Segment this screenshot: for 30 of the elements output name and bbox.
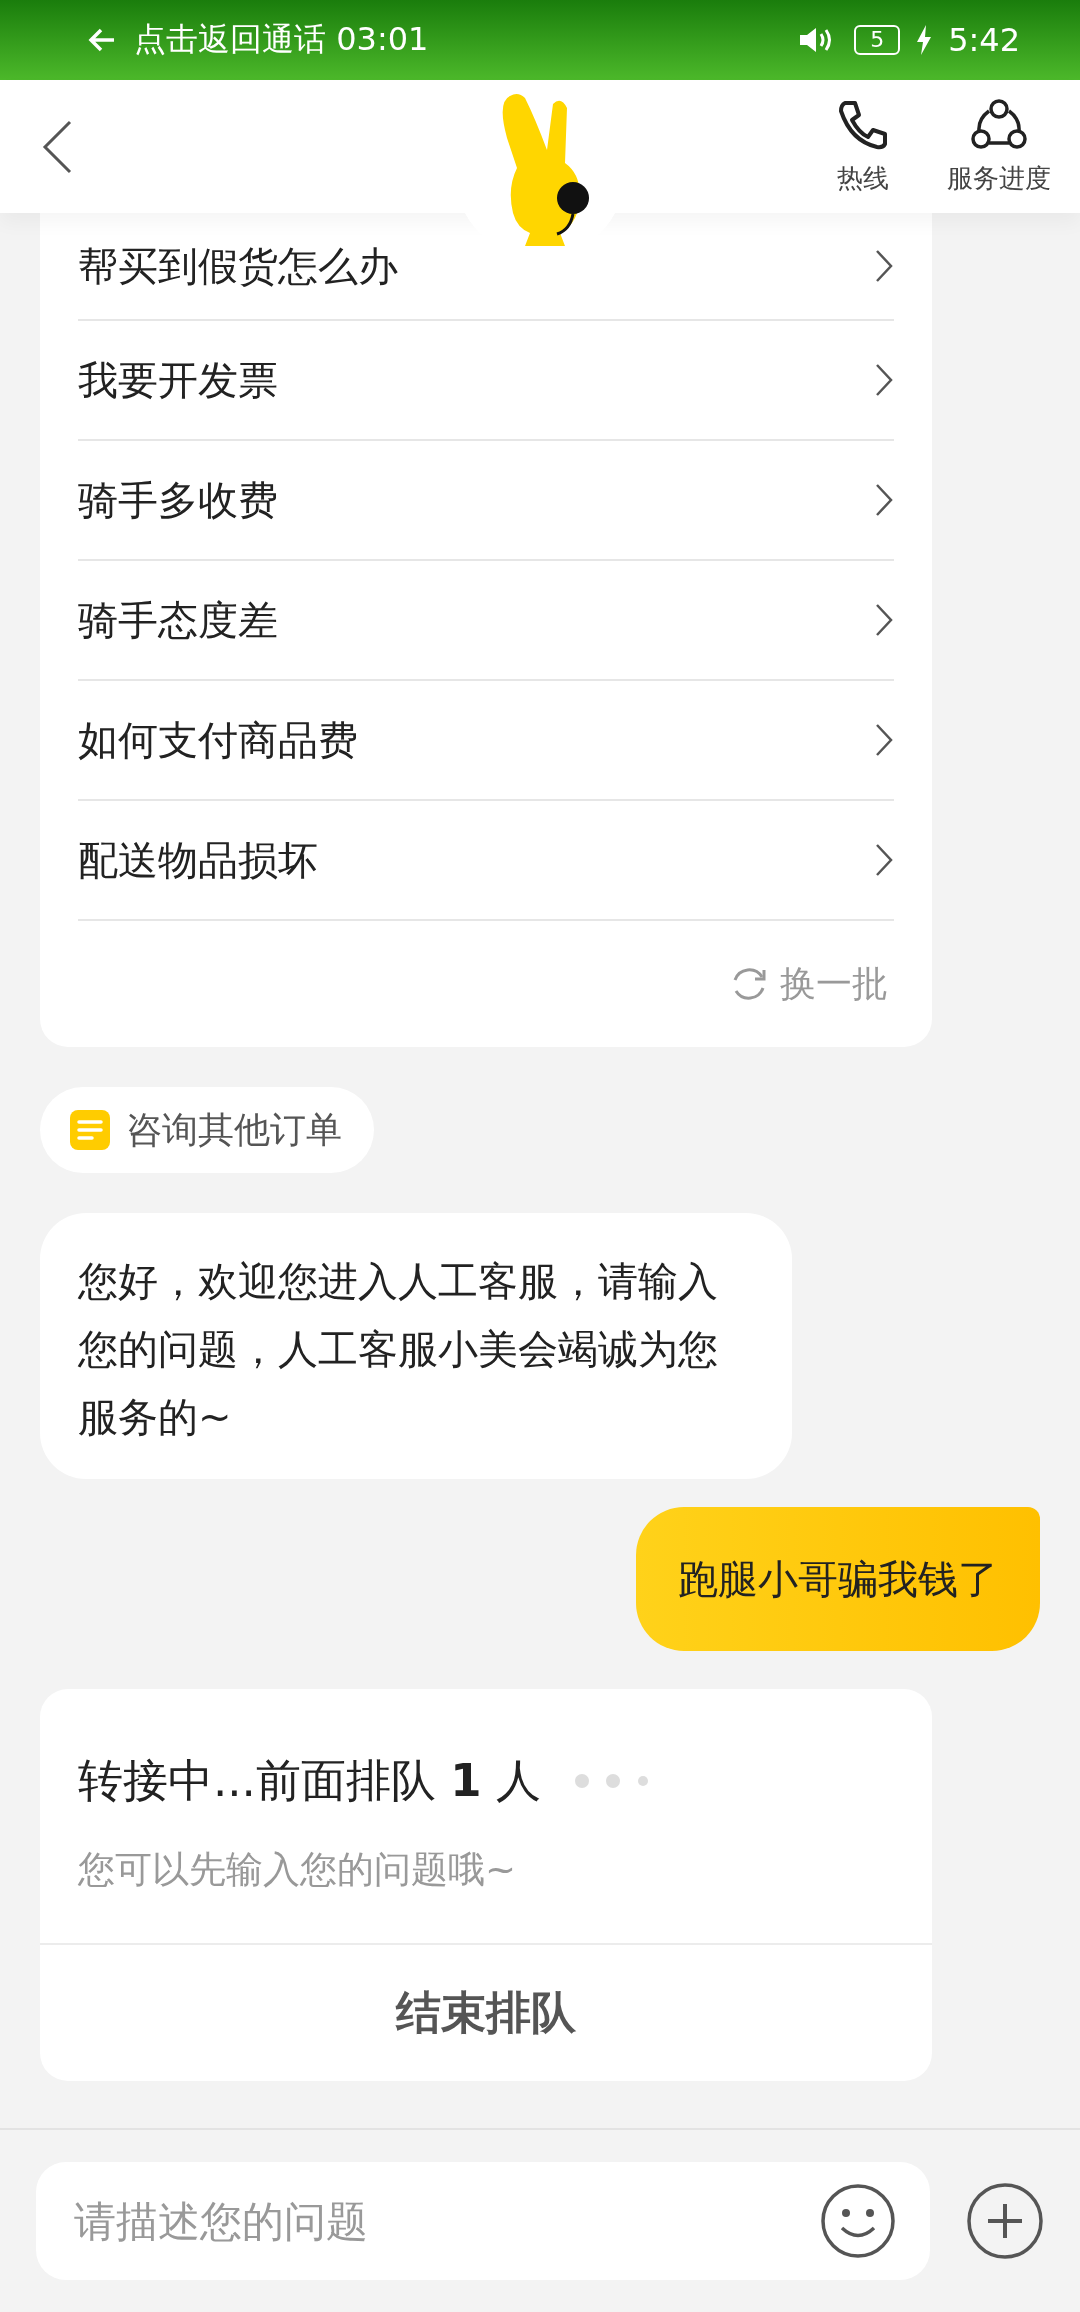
faq-item[interactable]: 如何支付商品费	[78, 681, 894, 801]
queue-status: 转接中...前面排队 1 人	[78, 1753, 541, 1809]
queue-hint: 您可以先输入您的问题哦~	[78, 1847, 517, 1893]
emoji-button[interactable]	[820, 2183, 896, 2259]
typing-dots-icon	[574, 1773, 649, 1789]
other-order-button[interactable]: 咨询其他订单	[40, 1087, 374, 1173]
return-to-call-button[interactable]: 点击返回通话 03:01	[88, 18, 429, 62]
header-action-button[interactable]: 服务进度	[944, 97, 1054, 196]
faq-item[interactable]: 我要开发票	[78, 321, 894, 441]
chevron-right-icon	[874, 602, 894, 638]
faq-item[interactable]: 骑手态度差	[78, 561, 894, 681]
message-input-field[interactable]: 请描述您的问题	[36, 2162, 930, 2280]
charging-icon	[916, 25, 933, 55]
faq-item[interactable]: 骑手多收费	[78, 441, 894, 561]
chevron-right-icon	[874, 362, 894, 398]
chevron-right-icon	[874, 482, 894, 518]
faq-item[interactable]: 配送物品损坏	[78, 801, 894, 921]
add-button[interactable]	[966, 2182, 1044, 2260]
arrow-left-icon	[88, 27, 116, 53]
end-queue-button[interactable]: 结束排队	[40, 1945, 932, 2081]
clock-time: 5:42	[948, 21, 1020, 59]
document-icon	[70, 1110, 110, 1150]
battery-level: 5	[854, 25, 901, 55]
user-message: 跑腿小哥骗我钱了	[636, 1507, 1040, 1651]
chevron-right-icon	[874, 722, 894, 758]
faq-item[interactable]: 帮买到假货怎么办	[78, 213, 894, 321]
header-action-button[interactable]: 热线	[808, 97, 918, 196]
chevron-right-icon	[874, 248, 894, 284]
chevron-right-icon	[874, 842, 894, 878]
agent-message: 您好，欢迎您进入人工客服，请输入您的问题，人工客服小美会竭诚为您服务的~	[40, 1213, 792, 1479]
